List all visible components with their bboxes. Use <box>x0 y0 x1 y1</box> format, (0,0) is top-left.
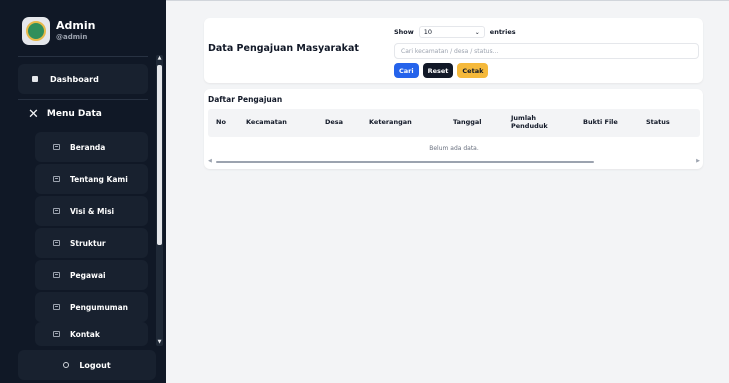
show-label: Show <box>394 28 414 36</box>
column-header: No <box>216 118 226 126</box>
scroll-down-icon[interactable]: ▼ <box>156 339 163 346</box>
sidebar-item-label: Struktur <box>70 238 106 248</box>
divider <box>18 56 148 57</box>
scroll-left-icon[interactable]: ◀ <box>208 158 212 164</box>
sidebar-item-label: Pengumuman <box>70 302 129 312</box>
column-header: Desa <box>325 118 344 126</box>
column-header: Tanggal <box>453 118 482 126</box>
scrollbar-thumb[interactable] <box>157 65 162 245</box>
table-header: No Kecamatan Desa Keterangan Tanggal Jum… <box>208 109 700 137</box>
logout-icon <box>63 362 70 368</box>
sidebar: Admin @admin Dashboard ✕ Menu Data Beran… <box>0 0 166 383</box>
page-icon <box>53 144 60 150</box>
sidebar-item-tentang-kami[interactable]: Tentang Kami <box>35 164 148 194</box>
logout-button[interactable]: Logout <box>18 350 156 380</box>
sidebar-item-label: Tentang Kami <box>70 174 128 184</box>
page-icon <box>53 176 60 182</box>
sidebar-item-kontak[interactable]: Kontak <box>35 322 148 346</box>
print-button[interactable]: Cetak <box>457 63 489 78</box>
list-card: Daftar Pengajuan No Kecamatan Desa Keter… <box>204 89 703 169</box>
sidebar-item-label: Beranda <box>70 142 106 152</box>
page-title: Data Pengajuan Masyarakat <box>208 43 359 54</box>
search-input[interactable]: Cari kecamatan / desa / status... <box>394 43 699 59</box>
sidebar-item-label: Visi & Misi <box>70 206 115 216</box>
profile-handle: @admin <box>56 33 88 41</box>
scroll-right-icon[interactable]: ▶ <box>696 158 700 164</box>
search-placeholder: Cari kecamatan / desa / status... <box>401 47 499 55</box>
page-icon <box>53 304 60 310</box>
reset-button[interactable]: Reset <box>422 63 454 78</box>
logo-emblem-icon <box>26 21 46 41</box>
sidebar-item-pegawai[interactable]: Pegawai <box>35 260 148 290</box>
page-icon <box>53 331 60 337</box>
column-header: Bukti File <box>583 118 618 126</box>
entries-control: Show 10 ⌄ entries <box>394 26 516 38</box>
divider <box>18 99 148 100</box>
column-header: Jumlah Penduduk <box>511 114 548 130</box>
sidebar-item-struktur[interactable]: Struktur <box>35 228 148 258</box>
entries-value: 10 <box>423 28 433 36</box>
sidebar-item-beranda[interactable]: Beranda <box>35 132 148 162</box>
dashboard-icon <box>32 76 38 82</box>
sidebar-item-label: Dashboard <box>50 74 99 84</box>
search-button[interactable]: Cari <box>394 63 419 78</box>
sidebar-item-label: Kontak <box>70 329 100 339</box>
avatar <box>22 17 50 45</box>
logout-label: Logout <box>79 360 111 370</box>
page-icon <box>53 240 60 246</box>
page-icon <box>53 272 60 278</box>
chevron-down-icon: ⌄ <box>474 28 480 36</box>
scrollbar-thumb[interactable] <box>216 161 594 163</box>
column-header: Status <box>646 118 670 126</box>
sidebar-scrollbar[interactable]: ▲ ▼ <box>156 55 163 346</box>
list-title: Daftar Pengajuan <box>208 95 283 104</box>
filter-card: Data Pengajuan Masyarakat Show 10 ⌄ entr… <box>204 18 703 83</box>
entries-label: entries <box>489 28 516 36</box>
close-icon: ✕ <box>28 106 39 122</box>
table-scrollbar[interactable]: ◀ ▶ <box>208 158 700 165</box>
empty-state: Belum ada data. <box>429 145 479 152</box>
sidebar-item-pengumuman[interactable]: Pengumuman <box>35 292 148 322</box>
scroll-up-icon[interactable]: ▲ <box>156 55 163 62</box>
profile-name: Admin <box>56 19 96 32</box>
menu-data-label: Menu Data <box>46 109 102 119</box>
column-header: Keterangan <box>369 118 412 126</box>
sidebar-item-visi-misi[interactable]: Visi & Misi <box>35 196 148 226</box>
sidebar-item-label: Pegawai <box>70 270 106 280</box>
action-buttons: Cari Reset Cetak <box>394 63 489 78</box>
menu-data-toggle[interactable]: ✕ Menu Data <box>18 102 148 126</box>
sidebar-item-dashboard[interactable]: Dashboard <box>18 64 148 94</box>
column-header: Kecamatan <box>246 118 287 126</box>
profile: Admin @admin <box>0 0 166 56</box>
page-icon <box>53 208 60 214</box>
entries-select[interactable]: 10 ⌄ <box>418 26 485 38</box>
